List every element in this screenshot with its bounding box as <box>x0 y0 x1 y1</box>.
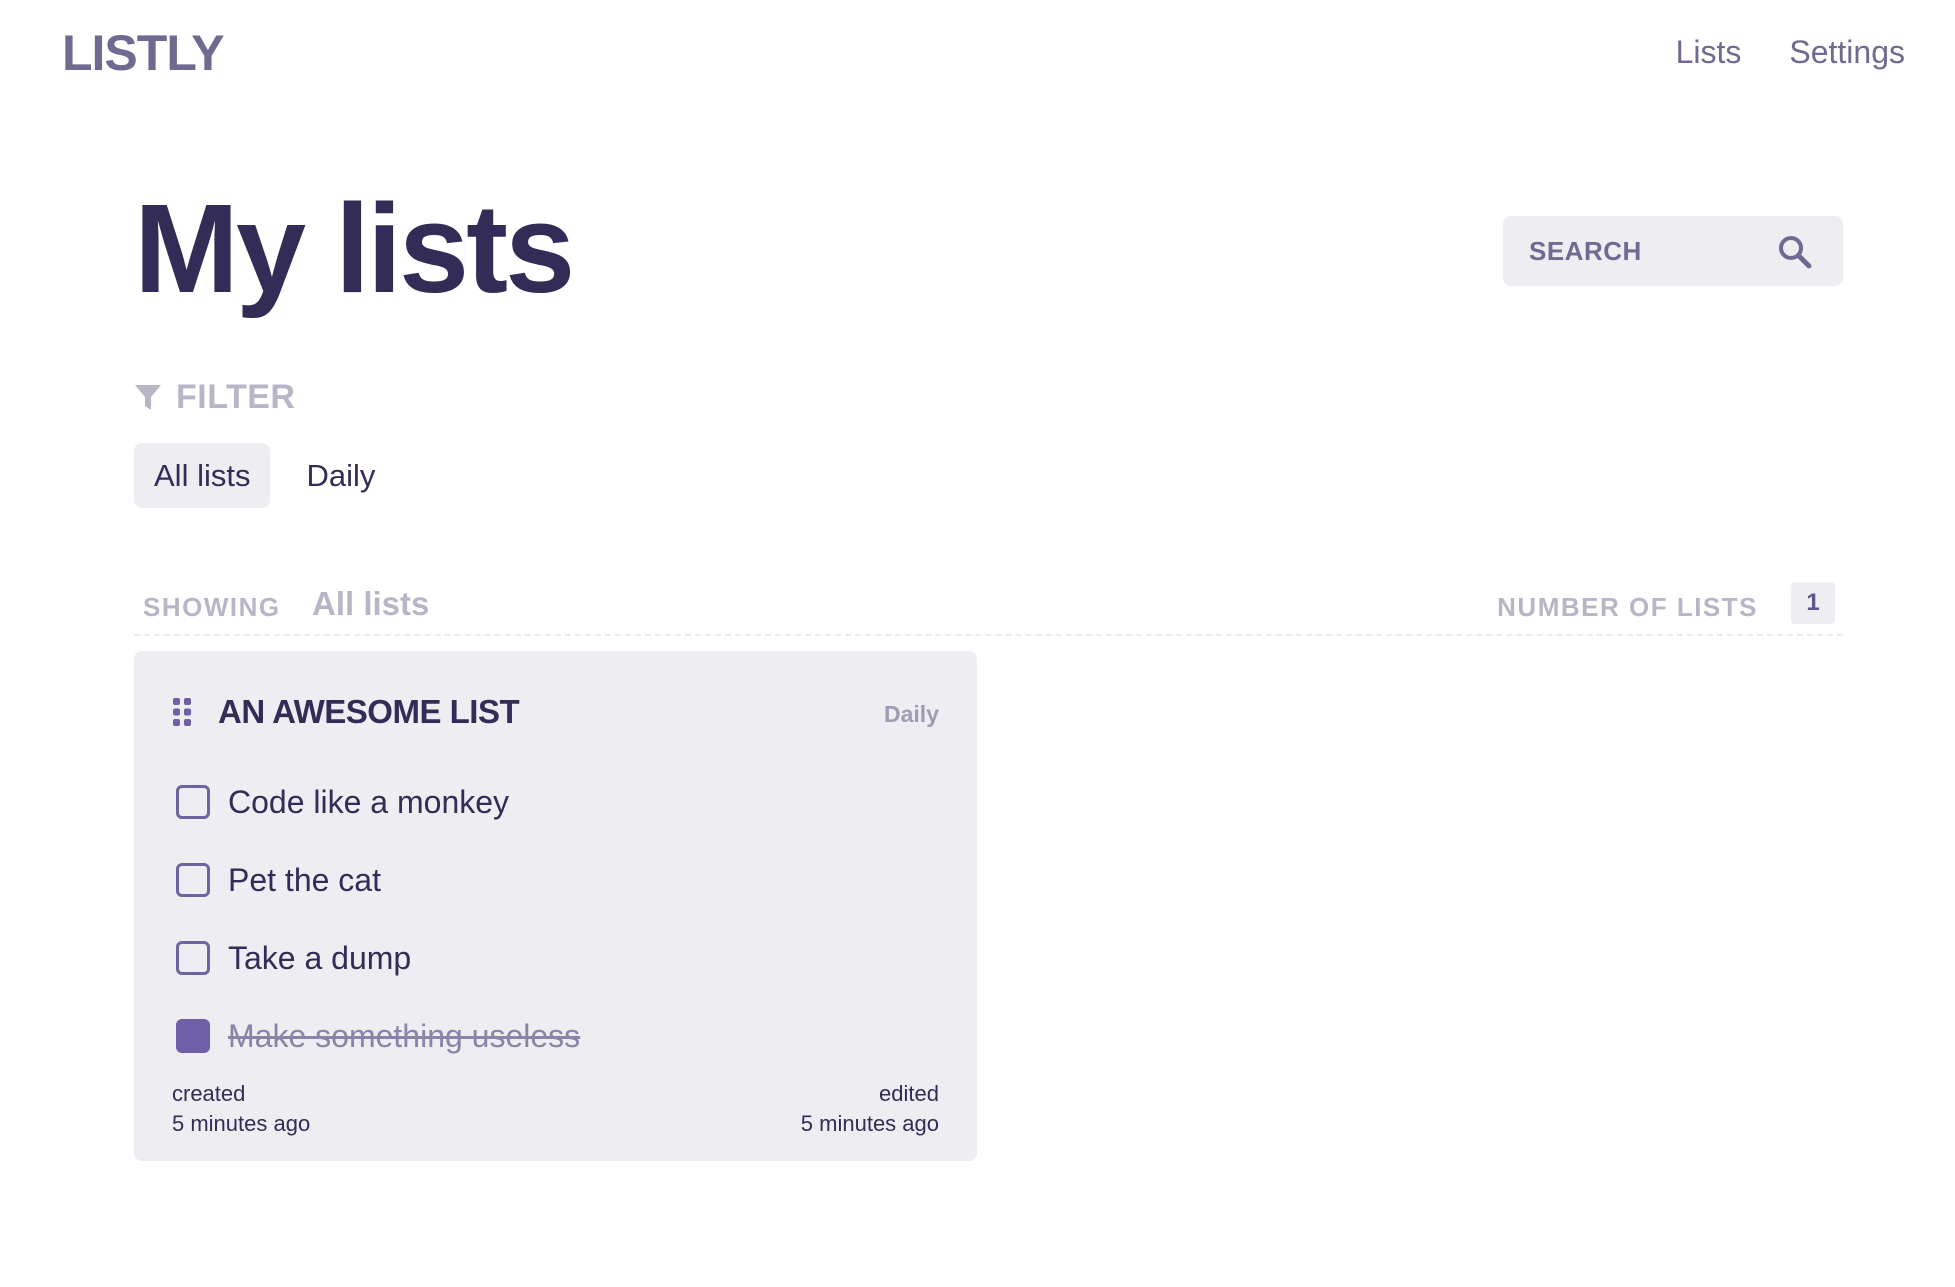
list-card-header: AN AWESOME LIST Daily <box>172 693 939 733</box>
edited-label: edited <box>879 1081 939 1106</box>
filter-label: FILTER <box>176 378 296 416</box>
item-text[interactable]: Take a dump <box>228 940 411 977</box>
list-count-label: NUMBER OF LISTS <box>1497 592 1758 622</box>
list-item: Take a dump <box>176 919 580 997</box>
filter-tabs: All lists Daily <box>134 443 395 508</box>
nav-lists-link[interactable]: Lists <box>1676 34 1742 71</box>
item-text-done[interactable]: Make something useless <box>228 1018 580 1055</box>
item-checkbox[interactable] <box>176 863 210 897</box>
created-label: created <box>172 1081 246 1106</box>
edited-value: 5 minutes ago <box>800 1111 939 1136</box>
item-checkbox[interactable] <box>176 785 210 819</box>
item-checkbox-checked[interactable] <box>176 1019 210 1053</box>
created-value: 5 minutes ago <box>172 1111 311 1136</box>
item-checkbox[interactable] <box>176 941 210 975</box>
page: LISTLY Lists Settings My lists FILTER Al… <box>0 0 1955 1287</box>
list-item: Make something useless <box>176 997 580 1075</box>
logo[interactable]: LISTLY <box>62 24 225 82</box>
search-input[interactable] <box>1503 216 1773 286</box>
filter-tab-daily[interactable]: Daily <box>286 443 395 508</box>
list-item: Code like a monkey <box>176 763 580 841</box>
filter-tab-all-lists[interactable]: All lists <box>134 443 271 508</box>
search-box <box>1503 216 1843 286</box>
drag-handle-icon[interactable] <box>172 697 192 727</box>
list-items: Code like a monkey Pet the cat Take a du… <box>176 763 580 1075</box>
page-title: My lists <box>134 178 575 319</box>
nav-settings-link[interactable]: Settings <box>1789 34 1905 71</box>
list-tag: Daily <box>884 701 939 727</box>
item-text[interactable]: Code like a monkey <box>228 784 509 821</box>
search-icon[interactable] <box>1777 234 1813 270</box>
list-title[interactable]: AN AWESOME LIST <box>218 693 520 731</box>
list-card[interactable]: AN AWESOME LIST Daily Code like a monkey… <box>134 651 977 1161</box>
edited-info: edited 5 minutes ago <box>801 1079 939 1139</box>
showing-label: SHOWING <box>143 592 281 622</box>
item-text[interactable]: Pet the cat <box>228 862 381 899</box>
list-card-footer: created 5 minutes ago edited 5 minutes a… <box>172 1079 939 1139</box>
filter-icon <box>135 384 161 410</box>
showing-bar: SHOWING All lists NUMBER OF LISTS 1 <box>134 580 1843 636</box>
created-info: created 5 minutes ago <box>172 1079 310 1139</box>
list-item: Pet the cat <box>176 841 580 919</box>
filter-header: FILTER <box>134 378 295 417</box>
list-count-badge: 1 <box>1791 582 1835 624</box>
top-nav: Lists Settings <box>1676 34 1905 71</box>
showing-value: All lists <box>312 585 430 622</box>
